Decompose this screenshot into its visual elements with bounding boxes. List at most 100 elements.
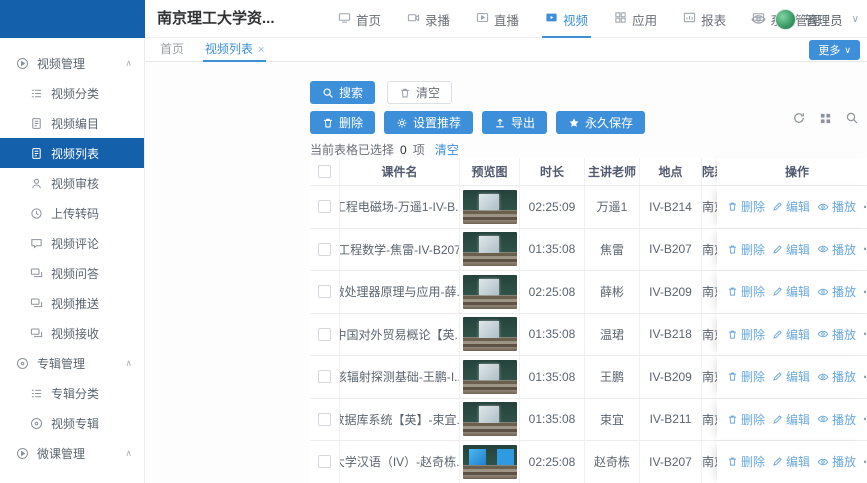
location: IV-B218 (640, 314, 702, 356)
sidebar-item-11[interactable]: 专辑分类 (0, 378, 144, 408)
columns-grid-icon[interactable] (819, 112, 832, 125)
row-delete-link[interactable]: 删除 (727, 326, 765, 343)
row-more-button[interactable]: ⋯ (863, 200, 867, 214)
row-delete-link[interactable]: 删除 (727, 368, 765, 385)
row-checkbox[interactable] (318, 370, 331, 383)
user-icon (30, 177, 43, 190)
row-edit-link[interactable]: 编辑 (772, 453, 810, 470)
row-checkbox[interactable] (318, 285, 331, 298)
user-menu[interactable]: 管理员 (805, 10, 843, 29)
nav-item-5[interactable]: 报表 (670, 0, 739, 38)
row-more-button[interactable]: ⋯ (863, 412, 867, 426)
preview-thumbnail[interactable] (463, 232, 517, 266)
teacher: 束宜 (585, 399, 640, 441)
video-icon (545, 11, 558, 27)
sidebar-item-12[interactable]: 视频专辑 (0, 408, 144, 438)
nav-item-0[interactable]: 首页 (325, 0, 394, 38)
set-recommend-button[interactable]: 设置推荐 (384, 111, 473, 134)
tab-video-list[interactable]: 视频列表× (203, 38, 266, 62)
nav-item-4[interactable]: 应用 (601, 0, 670, 38)
nav-item-2[interactable]: 直播 (463, 0, 532, 38)
row-edit-link[interactable]: 编辑 (772, 326, 810, 343)
row-play-link[interactable]: 播放 (817, 411, 856, 428)
row-checkbox[interactable] (318, 455, 331, 468)
delete-button[interactable]: 删除 (310, 111, 375, 134)
row-checkbox[interactable] (318, 328, 331, 341)
row-delete-link[interactable]: 删除 (727, 411, 765, 428)
duration: 02:25:08 (520, 441, 585, 483)
row-checkbox[interactable] (318, 200, 331, 213)
row-edit-link[interactable]: 编辑 (772, 411, 810, 428)
apps-icon (614, 11, 627, 27)
permanent-save-button[interactable]: 永久保存 (556, 111, 645, 134)
preview-thumbnail[interactable] (463, 190, 517, 224)
row-more-button[interactable]: ⋯ (863, 327, 867, 341)
chevron-up-icon[interactable]: ∧ (125, 448, 132, 459)
tab-home[interactable]: 首页 (160, 38, 184, 62)
location: IV-B211 (640, 399, 702, 441)
preview-thumbnail[interactable] (463, 402, 517, 436)
row-play-link[interactable]: 播放 (817, 326, 856, 343)
avatar[interactable] (775, 9, 796, 30)
sidebar-item-4[interactable]: 视频审核 (0, 168, 144, 198)
sidebar-item-9[interactable]: 视频接收 (0, 318, 144, 348)
row-edit-link[interactable]: 编辑 (772, 241, 810, 258)
sidebar-item-8[interactable]: 视频推送 (0, 288, 144, 318)
sidebar-item-2[interactable]: 视频编目 (0, 108, 144, 138)
chevron-up-icon[interactable]: ∧ (125, 58, 132, 69)
clear-button[interactable]: 清空 (387, 81, 452, 104)
live-icon (476, 11, 489, 27)
row-delete-link[interactable]: 删除 (727, 283, 765, 300)
sidebar-item-7[interactable]: 视频问答 (0, 258, 144, 288)
chevron-down-icon[interactable]: ∨ (852, 14, 859, 25)
doc-icon (30, 117, 43, 130)
row-checkbox[interactable] (318, 243, 331, 256)
search-icon[interactable] (845, 111, 859, 125)
clear-selection-link[interactable]: 清空 (435, 141, 459, 158)
list-icon (30, 87, 43, 100)
row-play-link[interactable]: 播放 (817, 453, 856, 470)
row-play-link[interactable]: 播放 (817, 283, 856, 300)
sidebar-item-3[interactable]: 视频列表 (0, 138, 144, 168)
row-play-link[interactable]: 播放 (817, 368, 856, 385)
col-location: 地点 (640, 158, 702, 185)
row-delete-link[interactable]: 删除 (727, 198, 765, 215)
row-delete-link[interactable]: 删除 (727, 241, 765, 258)
sidebar-item-10[interactable]: 专辑管理∧ (0, 348, 144, 378)
sidebar-item-6[interactable]: 视频评论 (0, 228, 144, 258)
preview-thumbnail[interactable] (463, 445, 517, 479)
visibility-icon[interactable] (751, 12, 766, 27)
row-checkbox[interactable] (318, 413, 331, 426)
teacher: 温珺 (585, 314, 640, 356)
sidebar-item-13[interactable]: 微课管理∧ (0, 438, 144, 468)
sidebar-item-5[interactable]: 上传转码 (0, 198, 144, 228)
sidebar-item-0[interactable]: 视频管理∧ (0, 48, 144, 78)
nav-item-3[interactable]: 视频 (532, 0, 601, 38)
sidebar-item-1[interactable]: 视频分类 (0, 78, 144, 108)
batch-toolbar: 删除 设置推荐 导出 永久保存 (310, 111, 645, 134)
table-row: 工程电磁场-万遥1-IV-B... 02:25:09 万遥1 IV-B214 南… (310, 186, 867, 229)
row-more-button[interactable]: ⋯ (863, 285, 867, 299)
course-name: 数据库系统【英】-束宜... (340, 399, 460, 441)
search-button[interactable]: 搜索 (310, 81, 375, 104)
row-edit-link[interactable]: 编辑 (772, 198, 810, 215)
row-more-button[interactable]: ⋯ (863, 370, 867, 384)
close-icon[interactable]: × (258, 44, 264, 56)
export-button[interactable]: 导出 (482, 111, 547, 134)
row-more-button[interactable]: ⋯ (863, 242, 867, 256)
preview-thumbnail[interactable] (463, 275, 517, 309)
row-play-link[interactable]: 播放 (817, 241, 856, 258)
preview-thumbnail[interactable] (463, 360, 517, 394)
preview-thumbnail[interactable] (463, 317, 517, 351)
chevron-up-icon[interactable]: ∧ (125, 358, 132, 369)
select-all-checkbox[interactable] (318, 165, 331, 178)
row-play-link[interactable]: 播放 (817, 198, 856, 215)
duration: 01:35:08 (520, 314, 585, 356)
row-delete-link[interactable]: 删除 (727, 453, 765, 470)
row-edit-link[interactable]: 编辑 (772, 368, 810, 385)
nav-item-1[interactable]: 录播 (394, 0, 463, 38)
refresh-icon[interactable] (792, 111, 806, 125)
more-button[interactable]: 更多∨ (809, 40, 860, 60)
row-edit-link[interactable]: 编辑 (772, 283, 810, 300)
row-more-button[interactable]: ⋯ (863, 455, 867, 469)
